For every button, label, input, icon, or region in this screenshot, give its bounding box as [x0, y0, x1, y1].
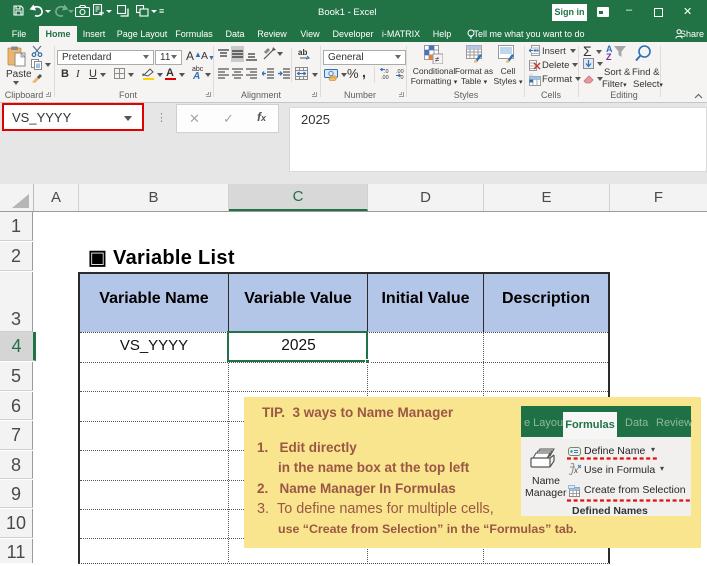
svg-text:::::: :::: — [529, 74, 533, 77]
svg-text:.00: .00 — [381, 75, 389, 80]
svg-text:■■: ■■ — [534, 48, 539, 53]
svg-text:≠: ≠ — [435, 55, 440, 64]
svg-text:ab: ab — [298, 48, 307, 57]
